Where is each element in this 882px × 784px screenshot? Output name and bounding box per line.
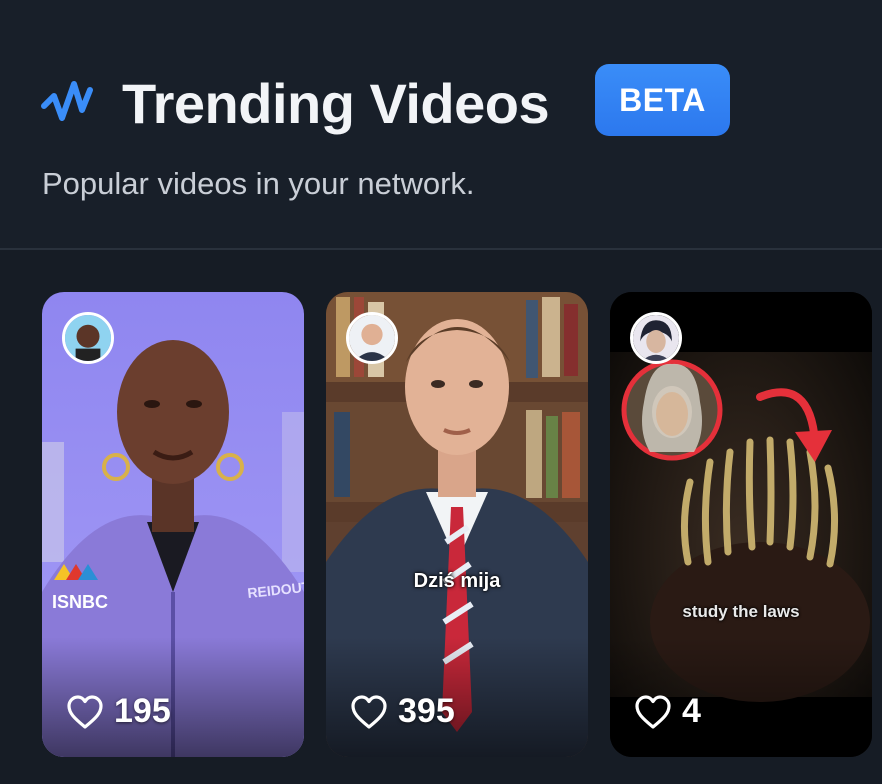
network-logo-text: ISNBC [52, 592, 108, 612]
pulse-icon [41, 81, 93, 121]
video-caption: Dziś mija [413, 570, 501, 592]
video-card[interactable]: study the laws 4 [610, 292, 872, 757]
video-caption: study the laws [682, 602, 800, 621]
like-count[interactable]: 4 [634, 692, 701, 731]
like-count-value: 4 [682, 692, 701, 730]
beta-badge: BETA [595, 64, 730, 136]
avatar-icon[interactable] [346, 312, 398, 364]
heart-icon [635, 694, 671, 729]
page-title: Trending Videos [122, 72, 550, 135]
video-card[interactable]: ISNBC REIDOUT 195 [42, 292, 304, 757]
like-count-value: 195 [114, 692, 171, 730]
trending-header: Trending Videos BETA Popular videos in y… [0, 0, 882, 249]
like-count-value: 395 [398, 692, 455, 730]
header-divider [0, 248, 882, 250]
heart-icon [351, 694, 387, 729]
heart-icon [67, 694, 103, 729]
like-count[interactable]: 395 [350, 692, 455, 731]
avatar-icon[interactable] [62, 312, 114, 364]
page-subtitle: Popular videos in your network. [42, 166, 475, 201]
like-count[interactable]: 195 [66, 692, 171, 731]
avatar-icon[interactable] [630, 312, 682, 364]
video-card[interactable]: Dziś mija 395 [326, 292, 588, 757]
